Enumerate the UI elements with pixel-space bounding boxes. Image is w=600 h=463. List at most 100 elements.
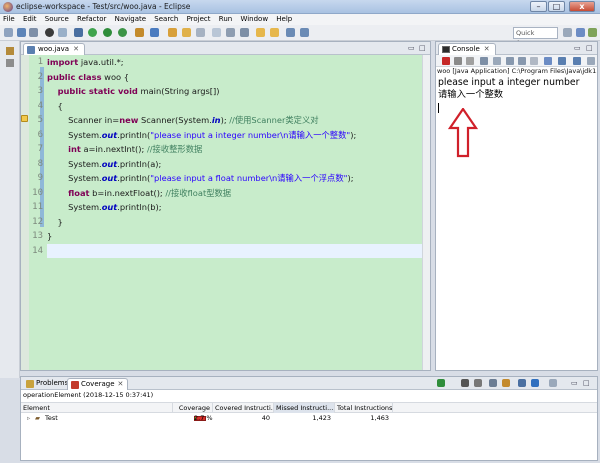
back-icon[interactable] xyxy=(286,28,295,37)
code-line[interactable]: Scanner in=new Scanner(System.in); //使用S… xyxy=(47,113,430,128)
source-code[interactable]: import java.util.*; public class woo { pu… xyxy=(47,55,430,258)
console-output[interactable]: please input a integer number 请输入一个整数 xyxy=(438,77,579,101)
show-on-stdout-icon[interactable] xyxy=(518,57,526,65)
maximize-editor-icon[interactable]: □ xyxy=(419,44,426,52)
warning-icon[interactable] xyxy=(21,115,28,122)
menu-file[interactable]: File xyxy=(0,14,18,25)
minimize-editor-icon[interactable]: ▭ xyxy=(408,44,415,52)
skip-breakpoints-icon[interactable] xyxy=(58,28,67,37)
remove-launch-icon[interactable] xyxy=(454,57,462,65)
maximize-console-icon[interactable]: □ xyxy=(586,44,593,52)
package-explorer-icon[interactable] xyxy=(6,47,14,55)
pin-console-icon[interactable] xyxy=(544,57,552,65)
relaunch-coverage-icon[interactable] xyxy=(437,379,445,387)
code-line[interactable]: System.out.println(b); xyxy=(47,200,430,215)
code-line[interactable]: public static void main(String args[]) xyxy=(47,84,430,99)
scroll-lock-icon[interactable] xyxy=(493,57,501,65)
code-line[interactable]: } xyxy=(47,229,430,244)
tab-coverage[interactable]: Coverage ✕ xyxy=(67,378,129,390)
code-line[interactable]: System.out.println(a); xyxy=(47,157,430,172)
previous-annotation-icon[interactable] xyxy=(270,28,279,37)
code-line[interactable]: { xyxy=(47,99,430,114)
menu-source[interactable]: Source xyxy=(42,14,72,25)
word-wrap-icon[interactable] xyxy=(226,28,235,37)
code-line[interactable]: System.out.println("please input a integ… xyxy=(47,128,430,143)
outline-icon[interactable] xyxy=(6,59,14,67)
remove-all-icon[interactable] xyxy=(466,57,474,65)
menu-search[interactable]: Search xyxy=(151,14,181,25)
display-console-icon[interactable] xyxy=(558,57,566,65)
menu-window[interactable]: Window xyxy=(237,14,271,25)
debug-icon[interactable] xyxy=(45,28,54,37)
maximize-panel-icon[interactable]: □ xyxy=(583,379,590,387)
remove-all-sessions-icon[interactable] xyxy=(474,379,482,387)
close-tab-icon[interactable]: ✕ xyxy=(73,45,79,53)
open-console-icon[interactable] xyxy=(573,57,581,65)
show-on-stderr-icon[interactable] xyxy=(530,57,538,65)
menu-project[interactable]: Project xyxy=(184,14,214,25)
tab-woo-java[interactable]: woo.java ✕ xyxy=(23,43,85,55)
code-line[interactable]: System.out.println("please input a float… xyxy=(47,171,430,186)
debug-perspective-icon[interactable] xyxy=(588,28,597,37)
table-row[interactable]: ▹ ▰ Test 2.7 % 40 1,423 1,463 xyxy=(21,413,597,424)
show-whitespace-icon[interactable] xyxy=(240,28,249,37)
column-header-element[interactable]: Element xyxy=(21,403,173,413)
code-line[interactable]: } xyxy=(47,215,430,230)
code-line[interactable]: int a=in.nextInt(); //接收整形数据 xyxy=(47,142,430,157)
toggle-mark-occurrences-icon[interactable] xyxy=(212,28,221,37)
minimize-panel-icon[interactable]: ▭ xyxy=(571,379,578,387)
minimize-button[interactable]: – xyxy=(530,1,547,12)
remove-session-icon[interactable] xyxy=(461,379,469,387)
save-icon[interactable] xyxy=(17,28,26,37)
new-package-icon[interactable] xyxy=(135,28,144,37)
view-menu-icon[interactable] xyxy=(587,57,595,65)
terminate-icon[interactable] xyxy=(442,57,450,65)
quick-access-input[interactable]: Quick Access xyxy=(513,27,558,47)
word-wrap-icon[interactable] xyxy=(506,57,514,65)
menu-help[interactable]: Help xyxy=(273,14,295,25)
open-resource-icon[interactable] xyxy=(182,28,191,37)
overview-ruler xyxy=(21,55,29,370)
print-icon[interactable] xyxy=(29,28,38,37)
close-tab-icon[interactable]: ✕ xyxy=(484,45,490,53)
tab-problems[interactable]: Problems xyxy=(23,378,72,390)
clear-console-icon[interactable] xyxy=(480,57,488,65)
column-header-missed[interactable]: Missed Instructi... xyxy=(274,403,335,413)
menu-run[interactable]: Run xyxy=(216,14,235,25)
menu-navigate[interactable]: Navigate xyxy=(112,14,149,25)
external-tools-icon[interactable] xyxy=(118,28,127,37)
close-tab-icon[interactable]: ✕ xyxy=(118,380,124,388)
column-header-total[interactable]: Total Instructions xyxy=(335,403,393,413)
forward-icon[interactable] xyxy=(300,28,309,37)
minimize-console-icon[interactable]: ▭ xyxy=(574,44,581,52)
maximize-button[interactable]: □ xyxy=(548,1,565,12)
code-area[interactable]: 1 2 3 4 5 6 7 8 9 10 11 12 13 14 import … xyxy=(21,55,430,370)
run-icon[interactable] xyxy=(88,28,97,37)
code-line[interactable]: float b=in.nextFloat(); //接收float型数据 xyxy=(47,186,430,201)
merge-sessions-icon[interactable] xyxy=(489,379,497,387)
new-class-icon[interactable] xyxy=(150,28,159,37)
open-type-icon[interactable] xyxy=(168,28,177,37)
tab-console[interactable]: Console ✕ xyxy=(438,43,496,55)
column-header-covered[interactable]: Covered Instructi... xyxy=(213,403,274,413)
open-perspective-icon[interactable] xyxy=(563,28,572,37)
new-icon[interactable] xyxy=(4,28,13,37)
column-header-coverage[interactable]: Coverage xyxy=(173,403,213,413)
collapse-all-icon[interactable] xyxy=(518,379,526,387)
java-perspective-icon[interactable] xyxy=(576,28,585,37)
code-line[interactable]: public class woo { xyxy=(47,70,430,85)
search-icon[interactable] xyxy=(196,28,205,37)
next-annotation-icon[interactable] xyxy=(256,28,265,37)
menu-refactor[interactable]: Refactor xyxy=(74,14,109,25)
select-session-icon[interactable] xyxy=(502,379,510,387)
view-menu-icon[interactable] xyxy=(549,379,557,387)
menu-edit[interactable]: Edit xyxy=(20,14,40,25)
code-line[interactable] xyxy=(47,243,430,258)
link-with-editor-icon[interactable] xyxy=(531,379,539,387)
build-icon[interactable] xyxy=(74,28,83,37)
code-line[interactable]: import java.util.*; xyxy=(47,55,430,70)
coverage-run-icon[interactable] xyxy=(103,28,112,37)
close-window-button[interactable]: x xyxy=(569,1,595,12)
editor-scrollbar[interactable] xyxy=(422,55,430,370)
expand-arrow-icon[interactable]: ▹ xyxy=(25,413,32,424)
